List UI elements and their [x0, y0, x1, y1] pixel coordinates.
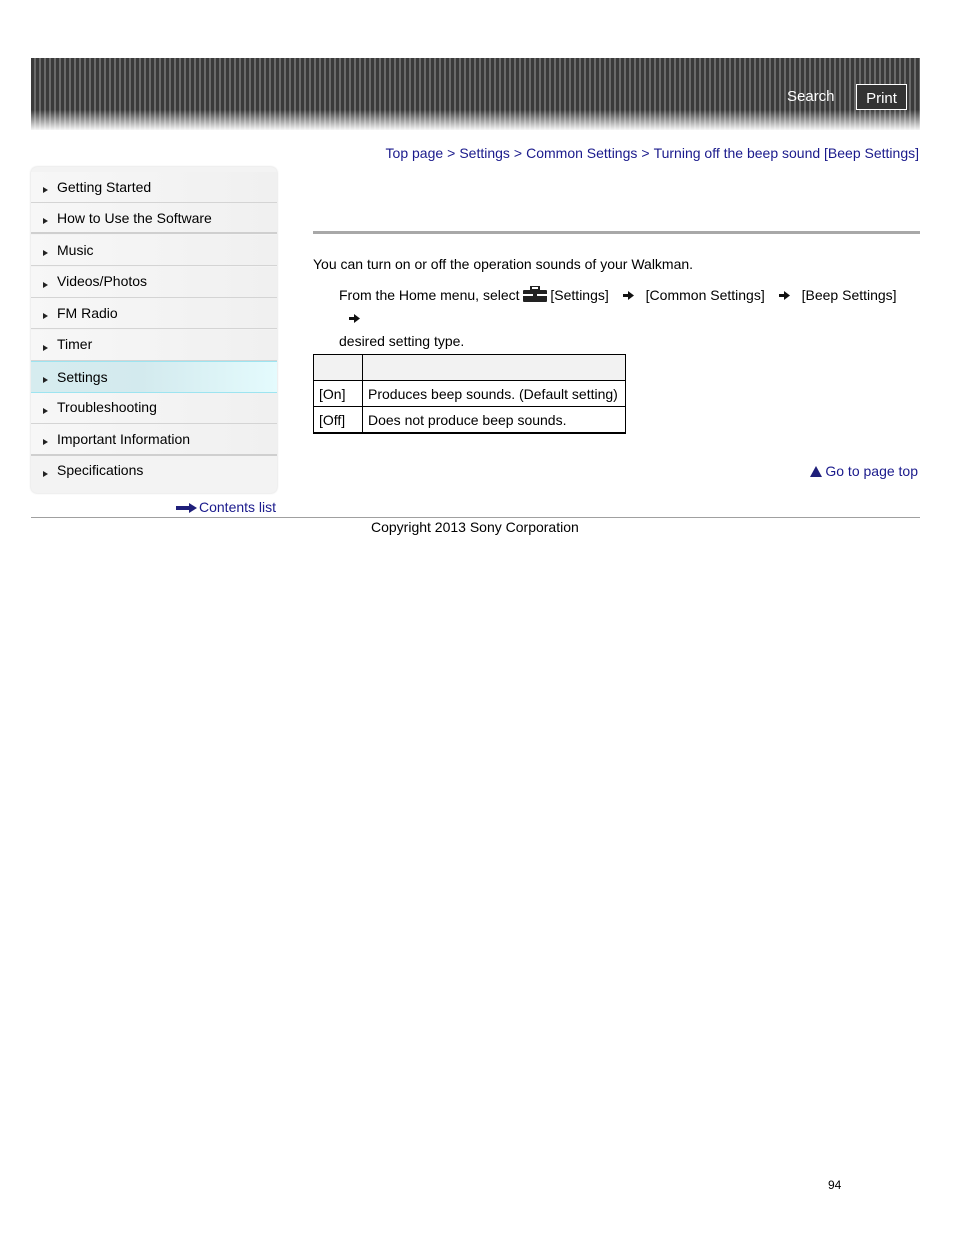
sidebar-item-label: Troubleshooting [57, 399, 157, 415]
table-row: [Off] Does not produce beep sounds. [313, 406, 626, 434]
procedure-step: From the Home menu, select [Settings] [C… [339, 284, 919, 353]
breadcrumb-separator: > [513, 145, 523, 161]
table-header-cell [362, 354, 626, 381]
search-link[interactable]: Search [787, 88, 835, 105]
triangle-right-icon [43, 471, 48, 477]
sidebar-item-label: Videos/Photos [57, 273, 148, 289]
sidebar-item-label: Getting Started [57, 179, 152, 195]
page-number: 94 [828, 1178, 842, 1192]
step-common-settings: [Common Settings] [645, 287, 765, 303]
go-to-page-top-label: Go to page top [825, 463, 918, 479]
triangle-up-icon [810, 466, 823, 477]
breadcrumb-separator: > [641, 145, 650, 161]
breadcrumb: Top page > Settings > Common Settings > Turnin… [386, 145, 919, 161]
arrow-right-icon [349, 314, 360, 323]
go-to-page-top-link[interactable]: Go to page top [810, 463, 918, 479]
sidebar-item-label: Timer [57, 336, 93, 352]
toolbox-icon [523, 286, 548, 302]
header-bar: Search Print [31, 58, 920, 130]
triangle-right-icon [43, 250, 48, 256]
sidebar-item-label: Specifications [57, 462, 144, 478]
triangle-right-icon [43, 313, 48, 319]
table-cell-description: Does not produce beep sounds. [362, 406, 626, 434]
sidebar-item-getting-started[interactable]: Getting Started [31, 172, 277, 203]
triangle-right-icon [43, 439, 48, 445]
sidebar-item-videos-photos[interactable]: Videos/Photos [31, 267, 277, 298]
triangle-right-icon [43, 345, 48, 351]
breadcrumb-current-page[interactable]: Turning off the beep sound [Beep Setting… [654, 145, 919, 161]
table-header-row [313, 354, 626, 381]
footer-divider [31, 517, 920, 518]
sidebar-item-important-information[interactable]: Important Information [31, 424, 277, 456]
beep-settings-table: [On] Produces beep sounds. (Default sett… [313, 354, 626, 434]
sidebar-item-music[interactable]: Music [31, 235, 277, 266]
sidebar-item-label: FM Radio [57, 305, 118, 321]
table-cell-option: [On] [313, 380, 363, 407]
sidebar-item-label: Music [57, 242, 94, 258]
sidebar-item-how-to-use-software[interactable]: How to Use the Software [31, 203, 277, 234]
breadcrumb-top-page[interactable]: Top page [386, 145, 444, 161]
arrow-right-icon [622, 291, 634, 300]
breadcrumb-separator: > [447, 145, 456, 161]
step-suffix: desired setting type. [339, 333, 465, 349]
sidebar-item-troubleshooting[interactable]: Troubleshooting [31, 393, 277, 424]
sidebar-item-label: Settings [57, 369, 108, 385]
intro-text: You can turn on or off the operation sou… [313, 256, 694, 272]
sidebar-item-label: Important Information [57, 431, 191, 447]
sidebar-item-timer[interactable]: Timer [31, 330, 277, 361]
triangle-right-icon [43, 218, 48, 224]
triangle-right-icon [43, 408, 48, 414]
print-button[interactable]: Print [856, 84, 907, 110]
step-settings: [Settings] [550, 287, 609, 303]
contents-list-label: Contents list [199, 499, 277, 515]
table-header-cell [313, 354, 363, 381]
triangle-right-icon [43, 282, 48, 288]
arrow-right-icon [778, 291, 790, 300]
breadcrumb-settings[interactable]: Settings [459, 145, 510, 161]
triangle-right-icon [43, 187, 48, 193]
arrow-right-icon [176, 503, 197, 514]
sidebar-item-settings[interactable]: Settings [31, 361, 277, 393]
sidebar-item-label: How to Use the Software [57, 210, 212, 226]
table-row: [On] Produces beep sounds. (Default sett… [313, 380, 626, 407]
table-cell-description: Produces beep sounds. (Default setting) [362, 380, 626, 407]
title-divider [313, 231, 920, 234]
step-prefix: From the Home menu, select [339, 287, 520, 303]
sidebar-nav: Getting Started How to Use the Software … [31, 167, 277, 493]
sidebar-item-fm-radio[interactable]: FM Radio [31, 298, 277, 329]
breadcrumb-common-settings[interactable]: Common Settings [526, 145, 637, 161]
contents-list-link[interactable]: Contents list [176, 499, 276, 515]
triangle-right-icon [43, 377, 48, 383]
table-cell-option: [Off] [313, 406, 363, 434]
step-beep-settings: [Beep Settings] [801, 287, 897, 303]
sidebar-item-specifications[interactable]: Specifications [31, 456, 277, 487]
copyright-text: Copyright 2013 Sony Corporation [371, 519, 579, 535]
